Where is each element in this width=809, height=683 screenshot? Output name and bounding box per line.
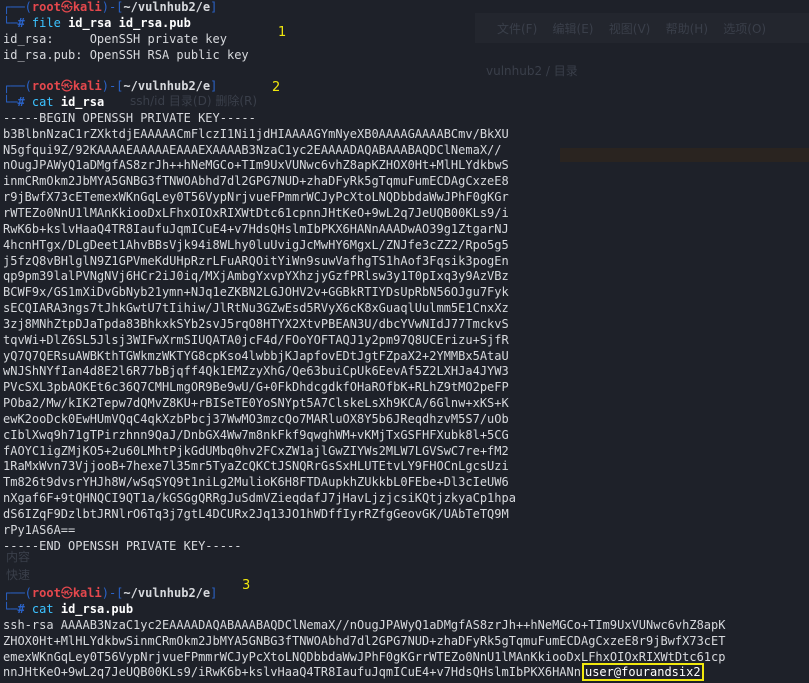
key-line: PVcSXL3pbAOKEt6c36Q7CMHLmgOR9Be9wU/G+0Fk… xyxy=(3,380,509,395)
prompt-path: ~/vulnhub2/e xyxy=(123,0,211,14)
key-line: j5fzQ8vBHlglN9Z1GPVmeKdUHpRzrLFuARQOitYi… xyxy=(3,253,509,268)
key-line: BCWF9x/GS1mXiDvGbNyb21ymn+NJq1eZKBN2LGJO… xyxy=(3,285,509,300)
prompt-line: ┌──(root㉿kali)-[~/vulnhub2/e] xyxy=(3,79,218,94)
prompt-hash: # xyxy=(17,15,25,30)
key-line: inmCRmOkm2JbMYA5GNBG3fTNWOAbhd7dl2GPG7NU… xyxy=(3,174,509,189)
key-line: ewK2ooDck0EwHUmVQqC4qkXzbPbcj37WwMO3mzcQ… xyxy=(3,411,509,426)
key-line: dS6IZqF9DzlbtJRNlrO6Tq3j7gtL4DCURx2Jq13J… xyxy=(3,507,509,521)
key-line: wNJShNYfIan4d8E2l6R77bBjqff4Qk1EMZzyXhG/… xyxy=(3,364,509,379)
key-line: r9jBwfX73cETemexWKnGqLey0T56VypNrjvueFPm… xyxy=(3,190,509,205)
command-args: id_rsa.pub xyxy=(60,602,134,617)
pubkey-line: ssh-rsa AAAAB3NzaC1yc2EAAAADAQABAAABAQDC… xyxy=(3,617,726,632)
key-line: nOugJPAWyQ1aDMgfAS8zrJh++hNeMGCo+TIm9UxV… xyxy=(3,158,509,173)
pubkey-line: ZHOX0Ht+MlHLYdkbwSinmCRmOkm2JbMYA5GNBG3f… xyxy=(3,633,726,648)
command-line: └─# cat id_rsa.pub xyxy=(3,602,134,617)
prompt-path: ~/vulnhub2/e xyxy=(123,586,211,601)
key-line: RwK6b+kslvHaaQ4TR8IaufuJqmICuE4+v7HdsQHs… xyxy=(3,221,509,236)
key-line: 3zj8MNhZtpDJaTpda83BhkxkSYb2svJ5rqO8HTYX… xyxy=(3,316,509,331)
prompt-line: ┌──(root㉿kali)-[~/vulnhub2/e] xyxy=(3,586,218,601)
prompt-user: root xyxy=(31,79,61,94)
prompt-user: root xyxy=(31,586,61,601)
command-args: id_rsa id_rsa.pub xyxy=(68,15,191,30)
command-line: └─# file id_rsa id_rsa.pub xyxy=(3,15,191,30)
command-name: file xyxy=(31,15,61,30)
prompt-host: kali xyxy=(72,79,102,94)
command-name: cat xyxy=(31,95,54,110)
key-line: Tm826t9dvsrYHJh8W/wSqSYQ9t1niLg2MulioK6H… xyxy=(3,475,509,490)
output-line: id_rsa.pub: OpenSSH RSA public key xyxy=(3,47,249,62)
prompt-path: ~/vulnhub2/e xyxy=(123,79,211,94)
prompt-hash: # xyxy=(17,95,25,110)
skull-icon: ㉿ xyxy=(60,586,73,601)
key-line: cIblXwq9h71gTPirzhnn9QaJ/DnbGX4Ww7m8nkFk… xyxy=(3,427,509,442)
prompt-line: ┌──(root㉿kali)-[~/vulnhub2/e] xyxy=(3,0,218,14)
terminal[interactable]: ┌──(root㉿kali)-[~/vulnhub2/e] └─# file i… xyxy=(3,0,809,683)
command-args: id_rsa xyxy=(60,95,105,110)
prompt-host: kali xyxy=(72,586,102,601)
pubkey-tail: nnJHtKeO+9wL2q7JeUQB00KLs9/iRwK6b+kslvHa… xyxy=(3,665,581,680)
key-line: nXgaf6F+9tQHNQCI9QT1a/kGSGgQRRgJuSdmVZie… xyxy=(3,491,516,506)
command-line: └─# cat id_rsa xyxy=(3,95,105,110)
key-line: 1RaMxWvn73VjjooB+7hexe7l35mr5TyaZcQKCtJS… xyxy=(3,459,509,474)
key-footer xyxy=(3,555,809,571)
key-line: fAOYC1igZMjKO5+2u60LMhtPjkGdUMbq0hv2FCxZ… xyxy=(3,443,509,458)
key-line: qp9pm39lalPVNgNVj6HCr2iJ0iq/MXjAmbgYxvpY… xyxy=(3,269,509,284)
output-line: id_rsa: OpenSSH private key xyxy=(3,31,227,46)
key-line: sECQIARA3ngs7tJhkGwtU7tIihiw/JlRtNu3GZwE… xyxy=(3,301,509,316)
command-name: cat xyxy=(31,602,54,617)
key-line: N5gfqui9Z/92KAAAAEAAAAAEAAAEXAAAAB3NzaC1… xyxy=(3,142,502,157)
key-line: POba2/Mw/kIK2Tepw7dQMvZ8KU+rBISeTE0YoSNY… xyxy=(3,396,509,411)
key-line: rWTEZo0NnU1lMAnKkiooDxLFhxOIOxRIXWtDtc61… xyxy=(3,205,509,220)
prompt-user: root xyxy=(31,0,61,14)
key-line: 4hcnHTgx/DLgDeet1AhvBBsVjk94i8WLhy0luUvi… xyxy=(3,237,509,252)
highlighted-username: user@fourandsix2 xyxy=(581,663,704,682)
prompt-host: kali xyxy=(72,0,102,14)
key-line: tqvWi+DlZ6SL5Jlsj3WIFwXrmSIUQATA0jcF4d/F… xyxy=(3,332,509,347)
key-line: yQ7Q7QERsuAWBKthTGWkmzWKTYG8cpKso4lwbbjK… xyxy=(3,348,509,363)
skull-icon: ㉿ xyxy=(60,79,73,94)
skull-icon: ㉿ xyxy=(60,0,73,14)
key-header: -----BEGIN OPENSSH PRIVATE KEY----- xyxy=(3,110,256,125)
prompt-hash: # xyxy=(17,602,25,617)
key-line: -----END OPENSSH PRIVATE KEY----- xyxy=(3,538,242,553)
key-line: rPy1AS6A== xyxy=(3,522,76,537)
pubkey-line-last: nnJHtKeO+9wL2q7JeUQB00KLs9/iRwK6b+kslvHa… xyxy=(3,663,809,682)
key-line: b3BlbnNzaC1rZXktdjEAAAAACmFlczI1Ni1jdHIA… xyxy=(3,126,509,141)
